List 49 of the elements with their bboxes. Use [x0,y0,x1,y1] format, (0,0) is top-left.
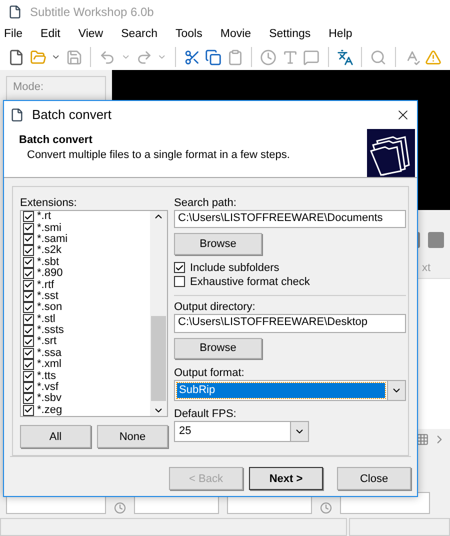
extension-label: *.s2k [37,245,62,256]
field-label: Output format: [174,367,246,379]
extension-label: *.sst [37,290,58,302]
menu-item[interactable]: Help [326,28,360,40]
menu-item[interactable]: View [76,28,112,40]
extension-label: *.sami [37,234,68,245]
extension-label: *.srt [37,336,57,348]
checkbox-label: Exhaustive format check [190,276,310,288]
extension-label: *.sbt [37,256,60,268]
dialog-title: Batch convert [32,107,112,122]
extension-label: *.smi [37,222,62,234]
menu-item[interactable]: Edit [38,28,68,40]
output-directory-field[interactable]: C:\Users\LISTOFFREEWARE\Desktop [174,314,406,333]
extension-label: *.stl [37,314,56,325]
menu-item[interactable]: File [2,28,31,40]
dialog-button[interactable]: Next > [249,467,323,490]
header-title: Batch convert [19,134,94,146]
extension-label: *.890 [37,268,63,280]
field-label: Output directory: [174,301,256,314]
extension-label: *.rtf [37,280,54,291]
field-label: Search path: [174,197,238,209]
extension-label: *.rt [37,211,52,222]
output-format-dropdown[interactable]: SubRip [174,380,406,401]
search-path-field[interactable]: C:\Users\LISTOFFREEWARE\Documents [174,210,406,228]
header-subtitle: Convert multiple files to a single format in a few steps. [26,148,290,161]
field-label: Default FPS: [174,408,238,420]
extensions-list[interactable]: *.rt *.smi *.sami *.s2k *.sbt *.890 *.rtf *.sst *.son *.stl *.ssts *.srt *.ssa *.xml *.tts *.vsf *.sbv *.zeg [20,210,168,418]
fps-dropdown[interactable]: 25 [174,421,309,442]
extensions-label: Extensions: [20,197,78,209]
browse-button[interactable]: Browse [174,233,262,255]
extension-label: *.ssa [37,348,62,359]
select-button[interactable]: None [97,425,168,448]
menu-item[interactable]: Tools [174,28,210,40]
extension-label: *.zeg [37,404,62,416]
extension-label: *.vsf [37,382,58,394]
select-button[interactable]: All [20,425,91,448]
browse-button[interactable]: Browse [174,338,262,360]
checkbox-label: Include subfolders [190,262,280,274]
menu-item[interactable]: Search [119,28,166,40]
menu-item[interactable]: Settings [267,28,319,40]
mode-label: Mode: [13,81,44,93]
window-title: Subtitle Workshop 6.0b [30,5,154,19]
extension-label: *.tts [37,370,56,382]
extension-label: *.xml [37,359,62,370]
extension-label: *.son [37,302,62,314]
extension-label: *.ssts [37,325,64,336]
dialog-button[interactable]: Close [337,467,411,490]
menu-item[interactable]: Movie [218,28,260,40]
extension-label: *.sbv [37,393,62,404]
